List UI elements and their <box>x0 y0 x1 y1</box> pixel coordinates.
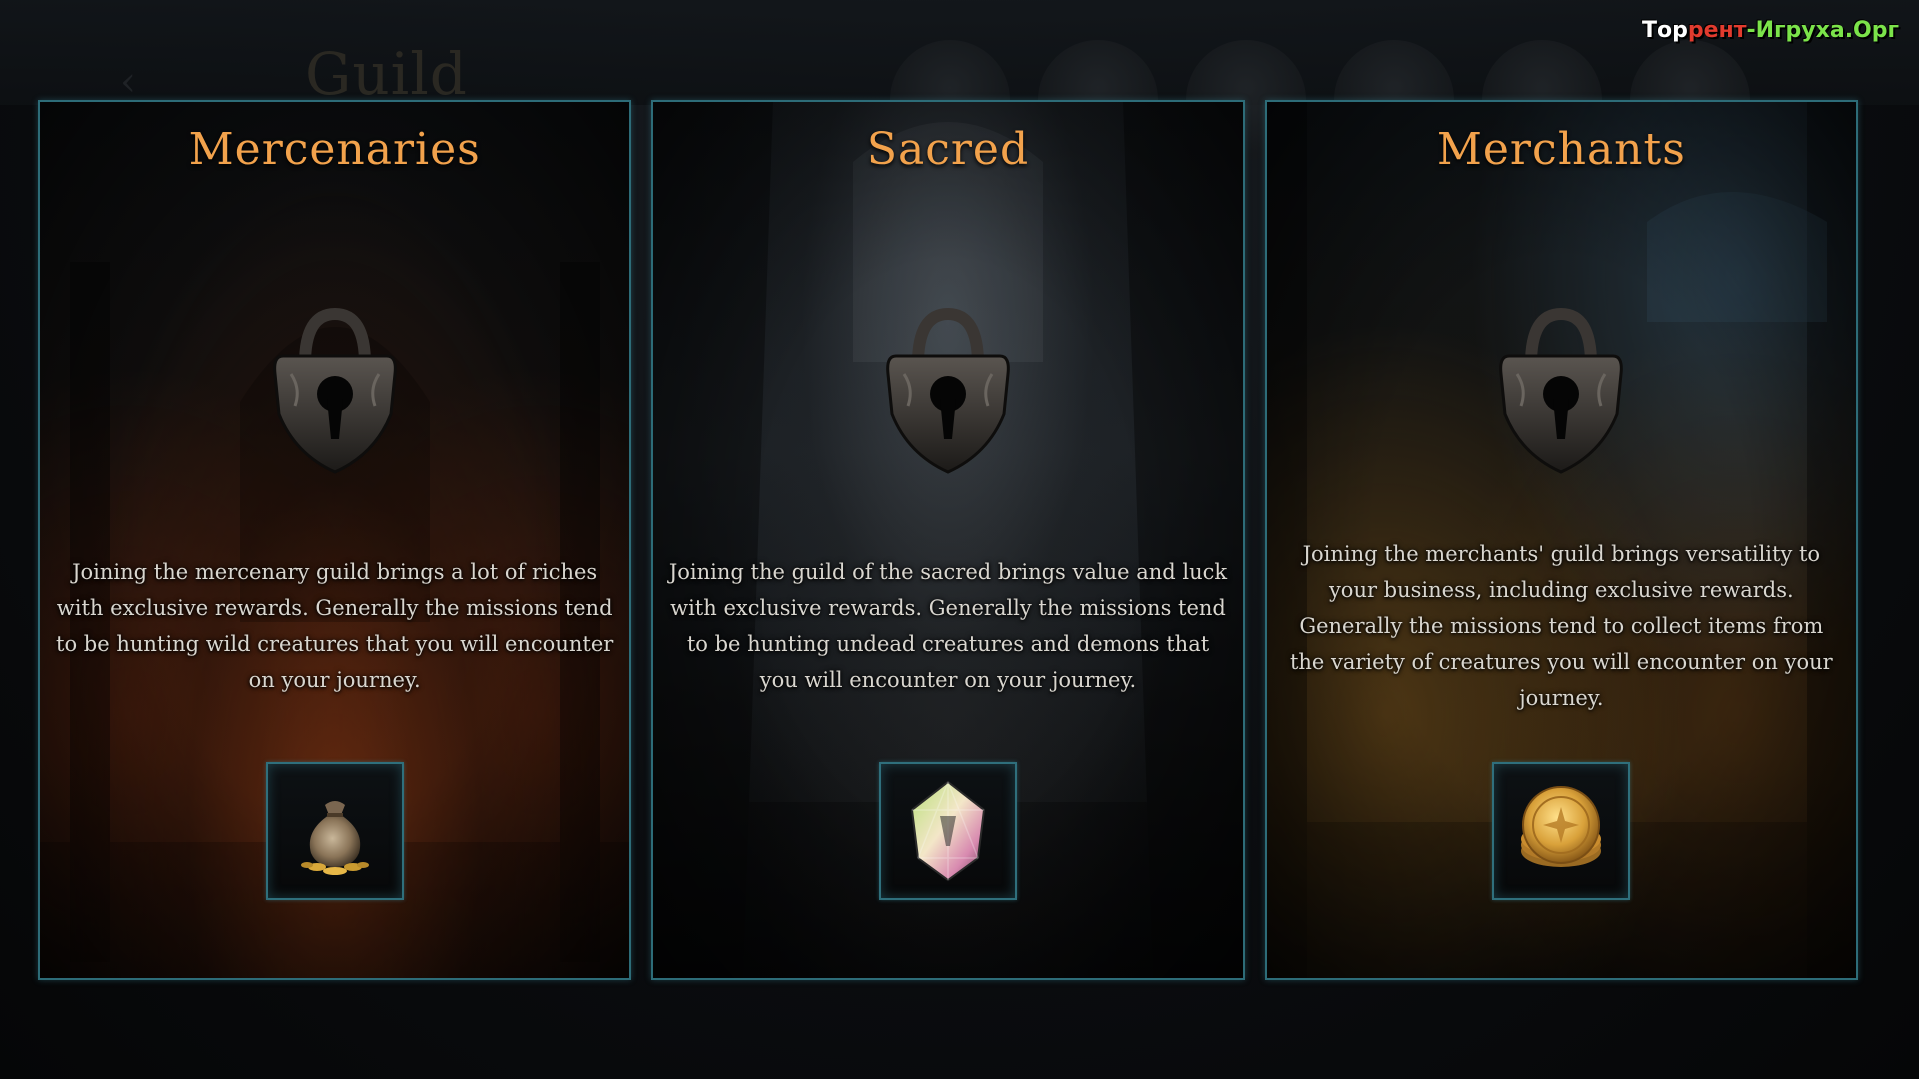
gold-bag-icon <box>300 801 369 875</box>
watermark-part: рент <box>1687 18 1747 43</box>
guild-card-mercenaries[interactable]: Mercenaries Joining the mercenary guild … <box>38 100 632 980</box>
guild-selection-screen: ‹ Guild Торрент-Игруха.Орг Mercenaries J… <box>0 0 1919 1079</box>
back-arrow-icon: ‹ <box>120 59 136 105</box>
guild-description: Joining the merchants' guild brings vers… <box>1289 542 1833 710</box>
watermark-part: Тор <box>1642 18 1688 43</box>
guild-title: Merchants <box>1436 124 1686 175</box>
padlock-icon <box>272 307 397 474</box>
reward-slot[interactable] <box>265 762 404 900</box>
padlock-icon <box>886 307 1010 474</box>
guild-title: Sacred <box>866 124 1030 175</box>
padlock-icon <box>1499 307 1624 474</box>
background-title: Guild <box>305 40 468 108</box>
watermark-part: .Орг <box>1844 18 1899 43</box>
reward-slot[interactable] <box>1492 762 1631 900</box>
reward-slot[interactable] <box>878 762 1017 900</box>
watermark: Торрент-Игруха.Орг <box>1642 18 1899 43</box>
guild-cards: Mercenaries Joining the mercenary guild … <box>38 100 1858 980</box>
guild-card-merchants[interactable]: Merchants Joining the merchants' guild b… <box>1264 100 1858 980</box>
guild-title: Mercenaries <box>188 124 481 175</box>
guild-description: Joining the mercenary guild brings a lot… <box>56 560 614 692</box>
watermark-part: -Игруха <box>1746 18 1845 43</box>
guild-card-sacred[interactable]: Sacred Joining the guild of the sacred b… <box>651 100 1245 980</box>
guild-description: Joining the guild of the sacred brings v… <box>668 560 1228 692</box>
gold-coin-stack-icon <box>1521 786 1602 867</box>
crystal-gem-icon <box>910 780 986 882</box>
